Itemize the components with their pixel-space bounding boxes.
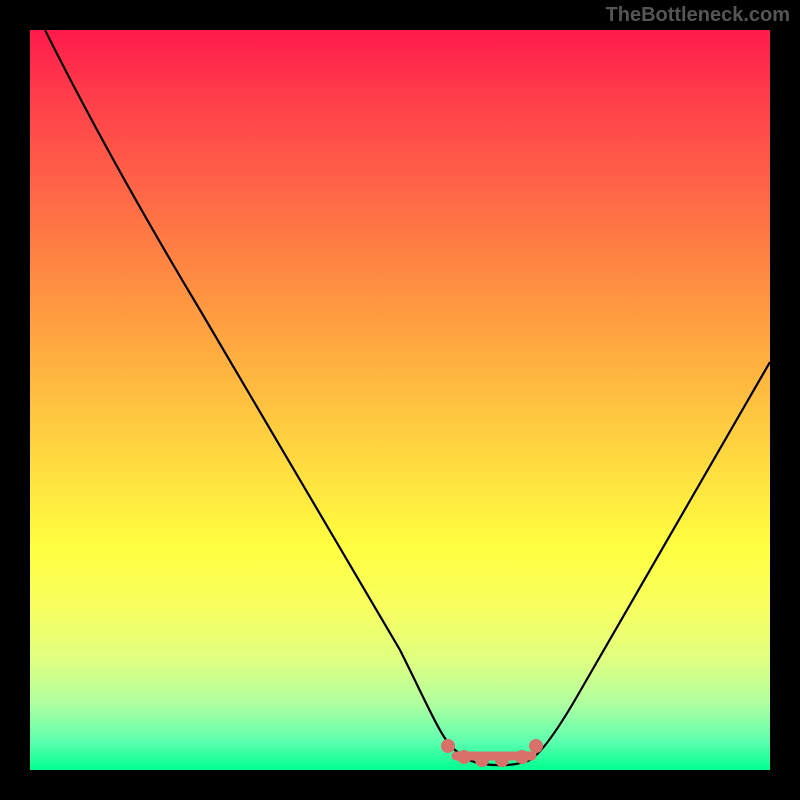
chart-plot-area: [30, 30, 770, 770]
watermark-text: TheBottleneck.com: [606, 4, 790, 27]
optimal-zone-marker-right: [529, 739, 543, 753]
optimal-zone-marker: [457, 750, 471, 764]
optimal-zone-marker: [495, 753, 509, 767]
optimal-zone-marker: [515, 750, 529, 764]
bottleneck-curve-line: [45, 30, 770, 765]
chart-svg: [30, 30, 770, 770]
optimal-zone-marker: [475, 753, 489, 767]
optimal-zone-marker-left: [441, 739, 455, 753]
